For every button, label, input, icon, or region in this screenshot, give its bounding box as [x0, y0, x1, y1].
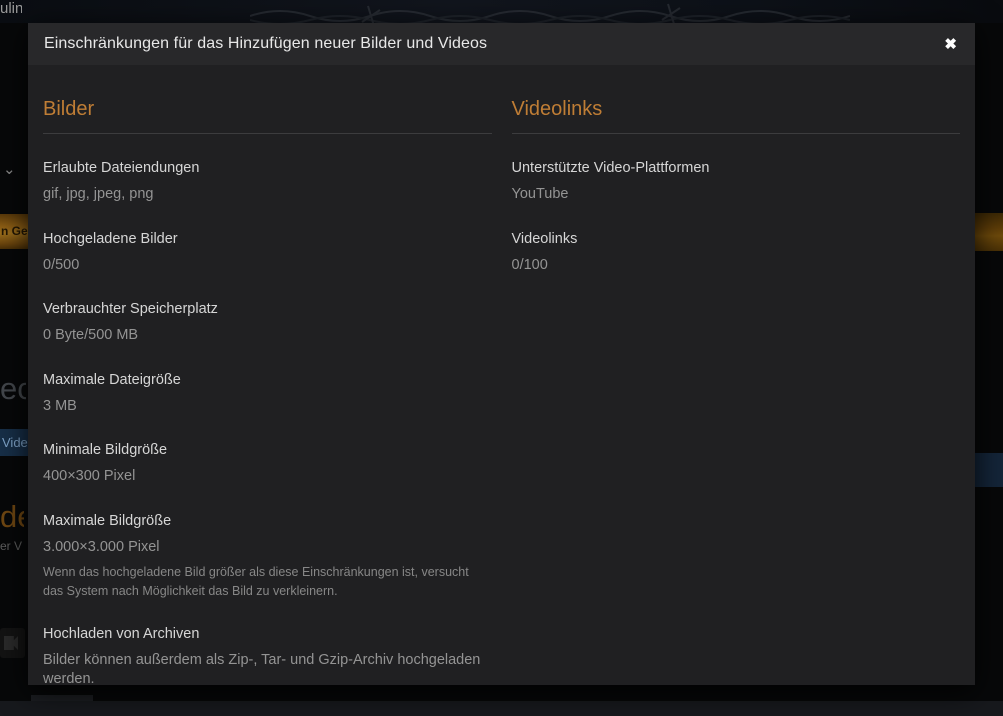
stat-item: Hochgeladene Bilder 0/500: [43, 231, 492, 276]
column-stats: Unterstützte Video-Plattformen YouTube V…: [512, 160, 961, 275]
barbed-wire-decoration: [250, 0, 850, 23]
background-partial-heading-orange: de: [0, 499, 24, 535]
stat-label: Videolinks: [512, 231, 961, 247]
stat-value: 0/500: [43, 256, 492, 276]
column-heading: Videolinks: [512, 98, 961, 134]
stat-label: Hochladen von Archiven: [43, 626, 492, 642]
close-icon[interactable]: ✖: [942, 33, 959, 56]
stat-value: 0 Byte/500 MB: [43, 326, 492, 346]
stat-item: Verbrauchter Speicherplatz 0 Byte/500 MB: [43, 301, 492, 346]
stat-label: Maximale Dateigröße: [43, 372, 492, 388]
stat-item: Maximale Bildgröße 3.000×3.000 Pixel Wen…: [43, 513, 492, 600]
background-partial-text: ulin: [0, 0, 22, 17]
background-gold-button-right: [975, 213, 1003, 251]
dialog-column: Videolinks Unterstützte Video-Plattforme…: [512, 98, 961, 690]
stat-label: Minimale Bildgröße: [43, 442, 492, 458]
stat-item: Erlaubte Dateiendungen gif, jpg, jpeg, p…: [43, 160, 492, 205]
stat-value: YouTube: [512, 185, 961, 205]
restrictions-dialog: Einschränkungen für das Hinzufügen neuer…: [28, 23, 975, 685]
stat-item: Maximale Dateigröße 3 MB: [43, 372, 492, 417]
dialog-column: Bilder Erlaubte Dateiendungen gif, jpg, …: [43, 98, 492, 690]
background-partial-heading: ec: [0, 371, 26, 407]
column-stats: Erlaubte Dateiendungen gif, jpg, jpeg, p…: [43, 160, 492, 690]
background-partial-subtext: er V: [0, 539, 22, 553]
dialog-header: Einschränkungen für das Hinzufügen neuer…: [28, 23, 975, 65]
stat-item: Unterstützte Video-Plattformen YouTube: [512, 160, 961, 205]
stat-label: Maximale Bildgröße: [43, 513, 492, 529]
background-video-tab: Vide: [0, 429, 28, 456]
background-footer-bar: [0, 701, 1003, 716]
stat-value: 3.000×3.000 Pixel: [43, 538, 492, 558]
dialog-title: Einschränkungen für das Hinzufügen neuer…: [44, 35, 942, 53]
stat-label: Hochgeladene Bilder: [43, 231, 492, 247]
stat-value: 3 MB: [43, 397, 492, 417]
background-gold-button: n Ge: [0, 214, 28, 249]
video-camera-icon: [0, 628, 25, 658]
stat-label: Unterstützte Video-Plattformen: [512, 160, 961, 176]
stat-item: Minimale Bildgröße 400×300 Pixel: [43, 442, 492, 487]
stat-item: Hochladen von Archiven Bilder können auß…: [43, 626, 492, 690]
background-header-image: [0, 0, 1003, 23]
column-heading: Bilder: [43, 98, 492, 134]
stat-label: Verbrauchter Speicherplatz: [43, 301, 492, 317]
stat-value: 400×300 Pixel: [43, 467, 492, 487]
stat-value: Bilder können außerdem als Zip-, Tar- un…: [43, 651, 492, 690]
stat-note: Wenn das hochgeladene Bild größer als di…: [43, 563, 492, 599]
dialog-body: Bilder Erlaubte Dateiendungen gif, jpg, …: [28, 65, 975, 685]
stat-value: 0/100: [512, 256, 961, 276]
stat-label: Erlaubte Dateiendungen: [43, 160, 492, 176]
background-blue-element-right: [975, 453, 1003, 487]
stat-value: gif, jpg, jpeg, png: [43, 185, 492, 205]
stat-item: Videolinks 0/100: [512, 231, 961, 276]
dialog-columns: Bilder Erlaubte Dateiendungen gif, jpg, …: [43, 98, 960, 690]
chevron-down-icon: ⌄: [3, 160, 25, 178]
